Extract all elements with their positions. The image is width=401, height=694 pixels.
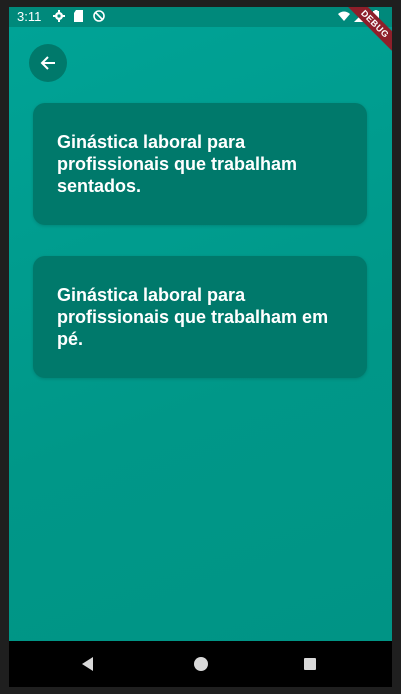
phone-screen: 3:11 DEBUG Ginástica laboral para profis…	[9, 7, 392, 687]
home-circle-icon[interactable]	[192, 655, 210, 673]
system-nav-bar	[9, 641, 392, 687]
back-button[interactable]	[29, 44, 67, 82]
back-triangle-icon[interactable]	[79, 655, 97, 673]
no-disturb-icon	[93, 10, 105, 22]
recents-square-icon[interactable]	[301, 655, 319, 673]
arrow-left-icon	[40, 56, 55, 70]
status-time: 3:11	[17, 9, 42, 24]
card-title: Ginástica laboral para profissionais que…	[57, 285, 329, 349]
wifi-icon	[338, 11, 350, 21]
gear-icon	[53, 10, 65, 22]
card-title: Ginástica laboral para profissionais que…	[57, 132, 298, 196]
status-bar: 3:11	[9, 7, 392, 27]
device-frame: 3:11 DEBUG Ginástica laboral para profis…	[0, 0, 401, 694]
exercise-card-standing[interactable]: Ginástica laboral para profissionais que…	[33, 256, 367, 378]
status-icons-left	[53, 10, 105, 22]
sd-card-icon	[74, 10, 83, 22]
app-body: Ginástica laboral para profissionais que…	[9, 27, 392, 641]
exercise-card-sitting[interactable]: Ginástica laboral para profissionais que…	[33, 103, 367, 225]
